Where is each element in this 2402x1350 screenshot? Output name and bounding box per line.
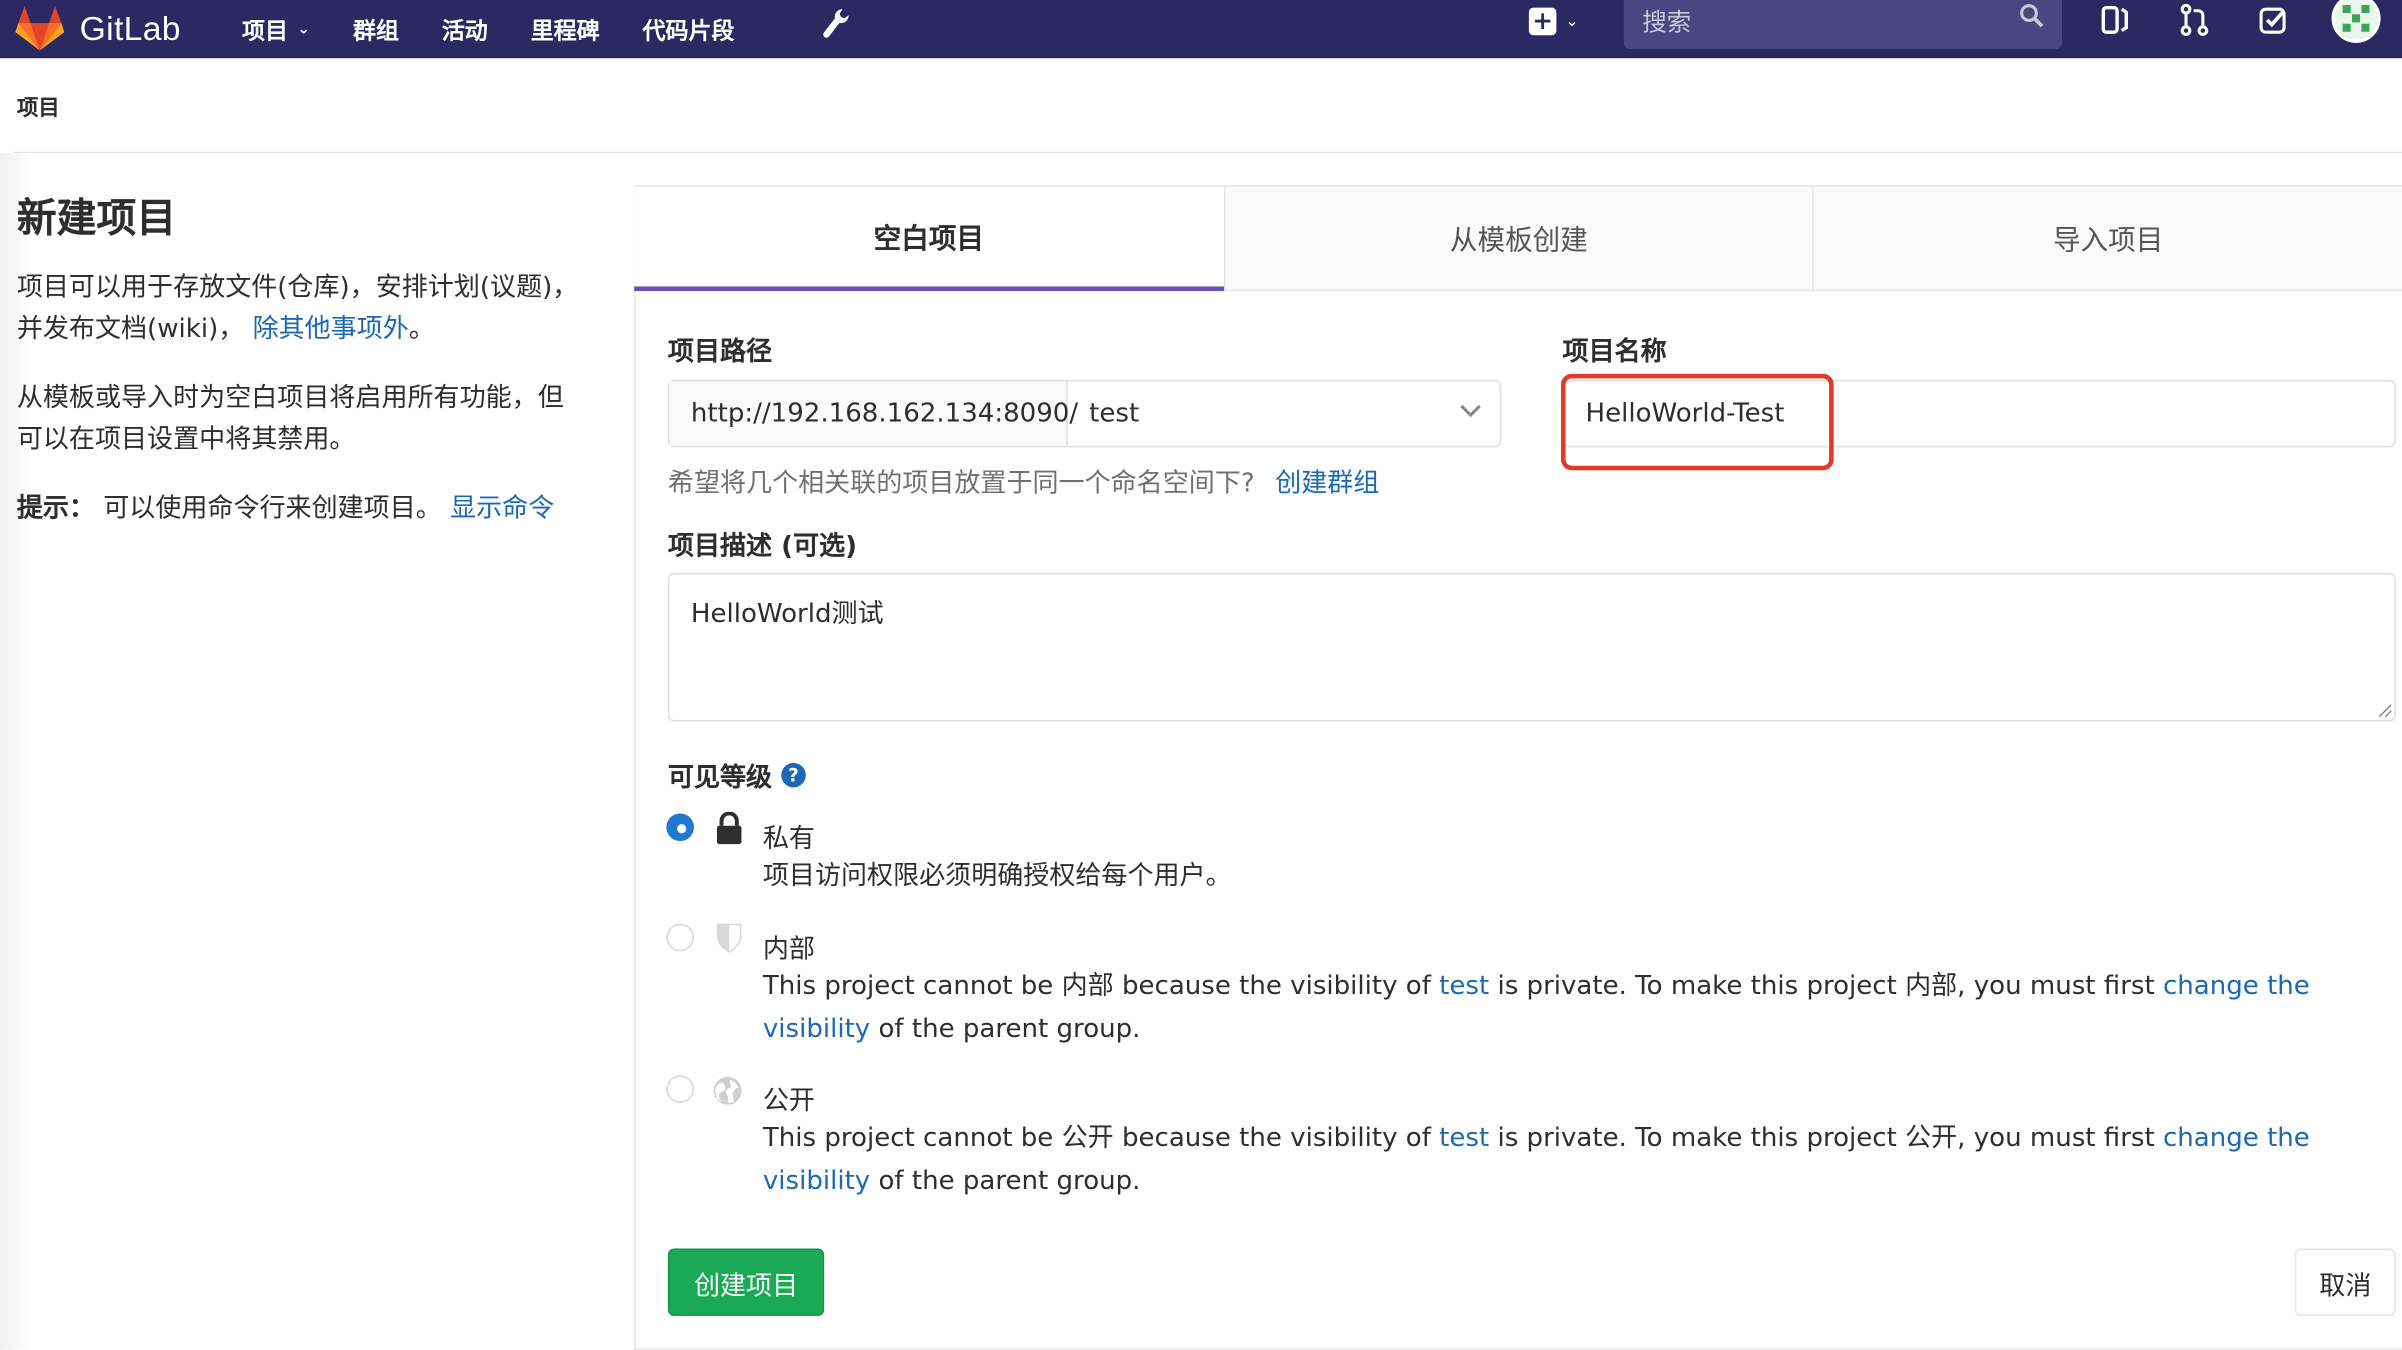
- gitlab-logo[interactable]: GitLab: [15, 0, 181, 58]
- visibility-internal-desc: This project cannot be 内部 because the vi…: [763, 965, 2399, 1051]
- desc-text: is private. To make this project 公开, you…: [1489, 1122, 2163, 1154]
- desc-text: of the parent group.: [870, 1165, 1141, 1197]
- new-item-dropdown[interactable]: + ⌄: [1528, 6, 1590, 37]
- visibility-public-name: 公开: [762, 1086, 815, 1117]
- create-project-button[interactable]: 创建项目: [667, 1248, 825, 1316]
- project-type-tabs: 空白项目 从模板创建 导入项目: [634, 185, 2402, 292]
- search-input[interactable]: 搜索: [1623, 0, 2062, 50]
- group-test-link[interactable]: test: [1439, 1123, 1489, 1154]
- help-question-icon[interactable]: ?: [781, 762, 806, 787]
- chevron-down-icon: ⌄: [1565, 13, 1579, 30]
- visibility-internal-radio[interactable]: [666, 923, 694, 952]
- page-title: 新建项目: [16, 194, 177, 241]
- nav-item-label: 项目: [242, 16, 289, 44]
- project-path-group: http://192.168.162.134:8090/ test: [667, 379, 1502, 448]
- nav-item-snippets[interactable]: 代码片段: [643, 13, 735, 45]
- intro-paragraph: 项目可以用于存放文件(仓库)，安排计划(议题)，并发布文档(wiki)， 除其他…: [17, 268, 587, 351]
- shield-icon: [716, 923, 742, 953]
- description-value: HelloWorld测试: [690, 598, 884, 630]
- tab-blank-project[interactable]: 空白项目: [634, 186, 1224, 292]
- show-command-link[interactable]: 显示命令: [450, 493, 554, 524]
- tab-from-template[interactable]: 从模板创建: [1223, 186, 1813, 292]
- tab-label: 从模板创建: [1449, 224, 1588, 257]
- issues-icon[interactable]: [2099, 3, 2133, 37]
- lock-icon: [716, 811, 742, 845]
- globe-icon: [713, 1076, 742, 1105]
- intro-text-end: 。: [408, 314, 435, 345]
- breadcrumb[interactable]: 项目: [17, 92, 60, 123]
- tip-text: 可以使用命令行来创建项目。: [103, 493, 442, 524]
- nav-item-milestones[interactable]: 里程碑: [531, 13, 600, 45]
- intro-column: 新建项目 项目可以用于存放文件(仓库)，安排计划(议题)，并发布文档(wiki)…: [17, 187, 587, 558]
- nav-item-groups[interactable]: 群组: [353, 13, 399, 45]
- description-label: 项目描述 (可选): [667, 531, 858, 563]
- nav-item-label: 里程碑: [530, 16, 600, 44]
- merge-requests-icon[interactable]: [2178, 3, 2212, 37]
- description-textarea[interactable]: HelloWorld测试: [667, 572, 2396, 722]
- hint-text: 希望将几个相关联的项目放置于同一个命名空间下?: [667, 468, 1255, 500]
- tab-label: 空白项目: [873, 222, 984, 256]
- desc-text: is private. To make this project 内部, you…: [1489, 971, 2163, 1002]
- namespace-hint: 希望将几个相关联的项目放置于同一个命名空间下? 创建群组: [667, 461, 1379, 500]
- gitlab-tanuki-icon: [15, 6, 65, 51]
- admin-wrench-icon[interactable]: [821, 6, 852, 43]
- resize-handle-icon[interactable]: [2376, 702, 2392, 717]
- visibility-private-radio[interactable]: [666, 813, 694, 842]
- visibility-private-name: 私有: [762, 824, 815, 855]
- template-note: 从模板或导入时为空白项目将启用所有功能，但可以在项目设置中将其禁用。: [16, 382, 564, 455]
- tab-import-project[interactable]: 导入项目: [1812, 186, 2402, 292]
- nav-item-projects[interactable]: 项目 ⌄: [242, 13, 310, 45]
- top-navbar: GitLab 项目 ⌄ 群组 活动 里程碑 代码片段 + ⌄ 搜索: [0, 0, 2402, 59]
- tip-label: 提示：: [16, 493, 95, 524]
- plus-icon: +: [1528, 7, 1557, 36]
- nav-item-label: 群组: [352, 16, 399, 44]
- user-avatar[interactable]: [2331, 0, 2381, 43]
- nav-item-label: 活动: [441, 16, 488, 44]
- main-nav: 项目 ⌄ 群组 活动 里程碑 代码片段: [242, 0, 777, 58]
- avatar-identicon: [2334, 0, 2378, 40]
- nav-item-label: 代码片段: [642, 16, 735, 44]
- visibility-label: 可见等级: [667, 762, 773, 794]
- more-features-link[interactable]: 除其他事项外: [253, 314, 409, 345]
- cli-tip: 提示： 可以使用命令行来创建项目。 显示命令: [17, 489, 587, 530]
- project-name-value: HelloWorld-Test: [1585, 398, 1785, 429]
- desc-text: This project cannot be 公开 because the vi…: [762, 1122, 1440, 1154]
- visibility-title: 可见等级 ?: [667, 755, 806, 794]
- chevron-down-icon: ⌄: [297, 20, 311, 38]
- visibility-internal-name: 内部: [762, 934, 815, 966]
- namespace-select[interactable]: test: [1068, 381, 1500, 445]
- namespace-value: test: [1089, 398, 1140, 429]
- project-name-label: 项目名称: [1562, 337, 1667, 368]
- visibility-private-desc: 项目访问权限必须明确授权给每个用户。: [762, 860, 1232, 892]
- desc-text: of the parent group.: [870, 1014, 1141, 1045]
- search-placeholder: 搜索: [1642, 7, 1692, 37]
- visibility-public-desc: This project cannot be 公开 because the vi…: [763, 1117, 2399, 1203]
- app-name: GitLab: [79, 9, 181, 48]
- project-url-prefix: http://192.168.162.134:8090/: [669, 381, 1078, 446]
- project-path-label: 项目路径: [667, 337, 773, 368]
- nav-item-activity[interactable]: 活动: [442, 13, 488, 45]
- tab-label: 导入项目: [2052, 224, 2164, 257]
- cancel-button[interactable]: 取消: [2294, 1248, 2396, 1316]
- todos-icon[interactable]: [2256, 3, 2290, 37]
- project-name-input[interactable]: HelloWorld-Test: [1562, 379, 2396, 448]
- desc-text: This project cannot be 内部 because the vi…: [762, 971, 1440, 1002]
- breadcrumb-divider: [13, 151, 2402, 154]
- group-test-link[interactable]: test: [1439, 971, 1489, 1002]
- visibility-public-radio[interactable]: [666, 1075, 694, 1103]
- search-icon: [2020, 4, 2044, 28]
- create-group-link[interactable]: 创建群组: [1275, 469, 1379, 500]
- chevron-down-icon: [1460, 404, 1481, 418]
